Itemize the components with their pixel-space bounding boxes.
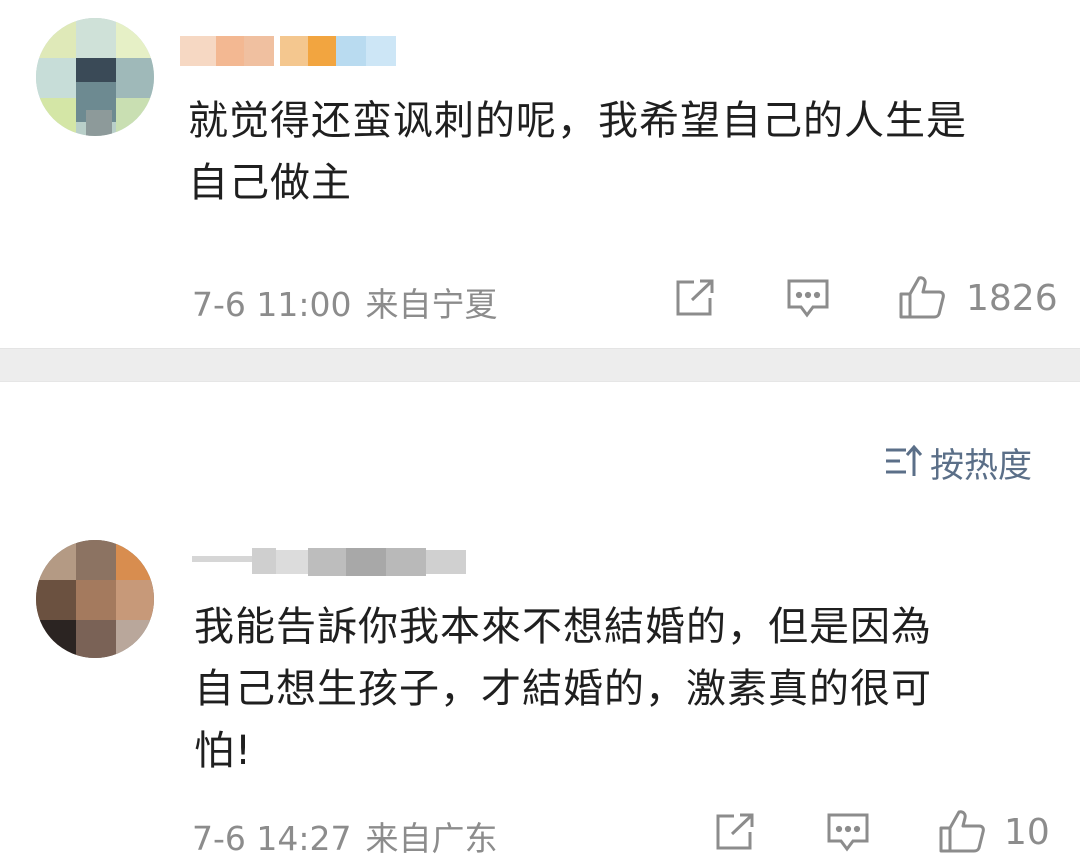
comment-text-line: 怕! [194, 728, 253, 774]
comment-text: 就觉得还蛮讽刺的呢，我希望自己的人生是 自己做主 [188, 90, 967, 214]
comment-meta: 7-6 14:27 来自广东 [192, 812, 498, 860]
username-blurred[interactable] [192, 542, 470, 580]
comment-meta: 7-6 11:00 来自宁夏 [192, 278, 498, 326]
sort-label: 按热度 [930, 446, 1032, 486]
comment-text-line: 自己做主 [188, 160, 352, 206]
username-blurred[interactable] [180, 32, 396, 70]
like-button[interactable] [898, 274, 946, 320]
comment-text-line: 自己想生孩子，才結婚的，激素真的很可 [194, 666, 932, 712]
share-icon [676, 279, 714, 316]
like-count: 10 [1004, 812, 1050, 853]
section-divider [0, 348, 1080, 382]
comment-icon [787, 279, 829, 318]
like-count: 1826 [966, 278, 1058, 319]
comment-icon [827, 813, 869, 852]
avatar[interactable] [36, 18, 154, 136]
comment-button[interactable] [826, 812, 870, 854]
comment-location: 来自广东 [365, 819, 498, 858]
share-button[interactable] [714, 812, 756, 852]
comment-time: 7-6 11:00 [192, 285, 352, 324]
comment-text-line: 就觉得还蛮讽刺的呢，我希望自己的人生是 [188, 98, 967, 144]
share-icon [716, 813, 754, 850]
avatar[interactable] [36, 540, 154, 658]
like-button[interactable] [938, 808, 986, 854]
thumbs-up-icon [899, 276, 945, 319]
sort-icon [884, 444, 924, 487]
share-button[interactable] [674, 278, 716, 318]
comment-text-line: 我能告訴你我本來不想結婚的，但是因為 [194, 604, 932, 650]
comment-button[interactable] [786, 278, 830, 320]
comment-location: 来自宁夏 [365, 285, 498, 324]
thumbs-up-icon [939, 810, 985, 853]
comment-item: 我能告訴你我本來不想結婚的，但是因為 自己想生孩子，才結婚的，激素真的很可 怕!… [0, 530, 1080, 864]
comment-item: 就觉得还蛮讽刺的呢，我希望自己的人生是 自己做主 7-6 11:00 来自宁夏 1… [0, 0, 1080, 348]
comment-time: 7-6 14:27 [192, 819, 352, 858]
comment-text: 我能告訴你我本來不想結婚的，但是因為 自己想生孩子，才結婚的，激素真的很可 怕! [194, 596, 932, 782]
